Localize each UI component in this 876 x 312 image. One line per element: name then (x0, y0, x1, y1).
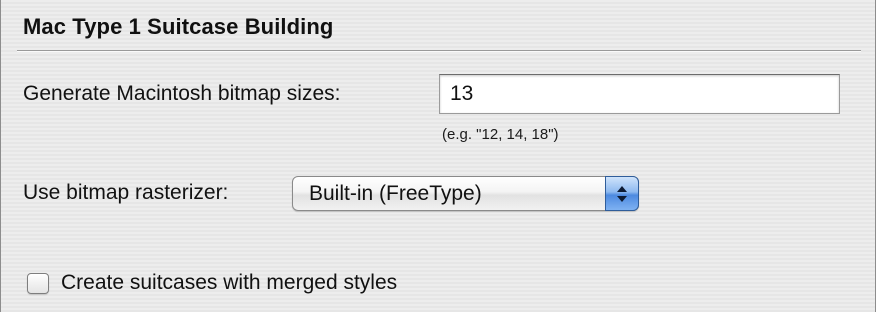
bitmap-sizes-label: Generate Macintosh bitmap sizes: (23, 82, 341, 105)
rasterizer-label: Use bitmap rasterizer: (23, 181, 229, 204)
bitmap-sizes-input[interactable] (439, 74, 840, 114)
bitmap-sizes-hint: (e.g. "12, 14, 18") (442, 126, 559, 143)
merged-styles-checkbox[interactable] (27, 273, 49, 294)
preferences-panel: Mac Type 1 Suitcase Building Generate Ma… (0, 0, 876, 312)
up-down-arrows-icon (605, 176, 639, 211)
section-divider (17, 50, 861, 52)
section-title: Mac Type 1 Suitcase Building (23, 14, 334, 39)
rasterizer-selected-value: Built-in (FreeType) (309, 182, 482, 205)
merged-styles-label[interactable]: Create suitcases with merged styles (61, 271, 397, 295)
rasterizer-popup-button[interactable]: Built-in (FreeType) (292, 176, 639, 211)
